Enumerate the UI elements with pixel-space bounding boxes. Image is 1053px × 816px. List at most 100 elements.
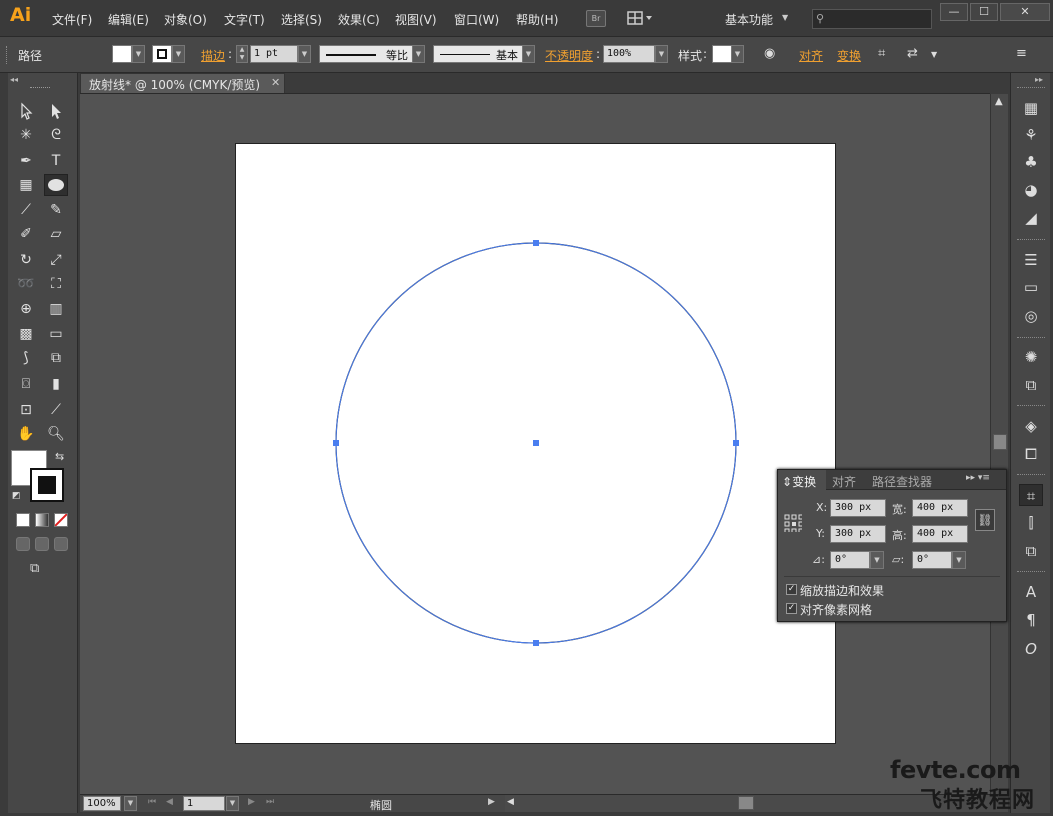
- scale-tool-icon[interactable]: ⤢: [44, 249, 68, 271]
- opentype-icon[interactable]: O: [1019, 638, 1043, 660]
- artboard-dropdown[interactable]: ▼: [226, 796, 239, 811]
- anchor-point-left[interactable]: [333, 440, 339, 446]
- constrain-proportions-icon[interactable]: ⛓: [975, 509, 995, 531]
- menu-view[interactable]: 视图(V): [395, 11, 437, 28]
- symbol-sprayer-tool-icon[interactable]: ⌼: [14, 373, 38, 395]
- workspace-switcher[interactable]: 基本功能: [725, 11, 773, 28]
- paintbrush-tool-icon[interactable]: ⟋: [14, 199, 38, 221]
- gradient-mode-icon[interactable]: [35, 513, 49, 527]
- opacity-field[interactable]: 100%: [603, 45, 655, 63]
- shear-dropdown[interactable]: ▼: [952, 551, 966, 569]
- collapse-icon[interactable]: ◂◂: [10, 75, 18, 84]
- paragraph-icon[interactable]: ¶: [1019, 609, 1043, 631]
- next-artboard-icon[interactable]: ▶: [248, 797, 255, 807]
- eraser-tool-icon[interactable]: ▱: [44, 223, 68, 245]
- brush-dropdown[interactable]: ▼: [522, 45, 535, 63]
- direct-selection-tool-icon[interactable]: [44, 100, 68, 122]
- character-icon[interactable]: A: [1019, 581, 1043, 603]
- draw-normal-icon[interactable]: [16, 537, 30, 551]
- scale-strokes-checkbox[interactable]: ✓: [786, 584, 797, 595]
- fill-color-swatch[interactable]: [112, 45, 132, 63]
- color-guide-icon[interactable]: ◢: [1019, 207, 1043, 229]
- graphic-style-dropdown[interactable]: ▼: [731, 45, 744, 63]
- center-point[interactable]: [533, 440, 539, 446]
- draw-inside-icon[interactable]: [54, 537, 68, 551]
- anchor-point-right[interactable]: [733, 440, 739, 446]
- warp-tool-icon[interactable]: ➿: [14, 273, 38, 295]
- align-pixel-grid-checkbox[interactable]: ✓: [786, 603, 797, 614]
- fill-dropdown[interactable]: ▼: [132, 45, 145, 63]
- menu-effect[interactable]: 效果(C): [338, 11, 380, 28]
- pen-tool-icon[interactable]: ✒: [14, 150, 38, 172]
- minimize-button[interactable]: —: [940, 3, 968, 21]
- pencil-tool-icon[interactable]: ✎: [44, 199, 68, 221]
- default-colors-icon[interactable]: ◩: [12, 491, 21, 501]
- menu-edit[interactable]: 编辑(E): [108, 11, 149, 28]
- width-field[interactable]: 400 px: [912, 499, 968, 517]
- symbols-icon[interactable]: ♣: [1019, 151, 1043, 173]
- stroke-color-box[interactable]: [30, 468, 64, 502]
- free-transform-tool-icon[interactable]: ⛶: [44, 273, 68, 295]
- graphic-style-icon[interactable]: ⧉: [1019, 374, 1043, 396]
- panel-menu-icon[interactable]: ▸▸ ▾≡: [966, 473, 990, 483]
- maximize-button[interactable]: ☐: [970, 3, 998, 21]
- type-tool-icon[interactable]: T: [44, 150, 68, 172]
- graphic-styles-icon[interactable]: ◕: [1019, 179, 1043, 201]
- align-icon[interactable]: ⫿: [1019, 512, 1043, 534]
- stroke-dropdown[interactable]: ▼: [172, 45, 185, 63]
- close-button[interactable]: ✕: [1000, 3, 1050, 21]
- arrange-documents-button[interactable]: [626, 10, 656, 27]
- grid-tool-icon[interactable]: ▦: [14, 174, 38, 196]
- grip-handle[interactable]: [30, 87, 50, 90]
- recolor-artwork-icon[interactable]: ◉: [764, 46, 775, 61]
- menu-select[interactable]: 选择(S): [281, 11, 322, 28]
- zoom-tool-icon[interactable]: 🔍︎: [44, 423, 68, 445]
- graphic-style-swatch[interactable]: [712, 45, 732, 63]
- brushes-icon[interactable]: ⚘: [1019, 124, 1043, 146]
- color-mode-icon[interactable]: [16, 513, 30, 527]
- hand-tool-icon[interactable]: ✋: [14, 423, 38, 445]
- artboard[interactable]: [235, 143, 836, 744]
- shear-field[interactable]: 0°: [912, 551, 952, 569]
- close-icon[interactable]: ✕: [271, 76, 280, 89]
- chevron-down-icon[interactable]: ▼: [782, 13, 788, 22]
- document-canvas[interactable]: [80, 94, 990, 794]
- zoom-dropdown[interactable]: ▼: [124, 796, 137, 811]
- screen-mode-icon[interactable]: ⧉: [30, 561, 50, 577]
- stroke-weight-dropdown[interactable]: ▼: [298, 45, 311, 63]
- column-graph-tool-icon[interactable]: ▮: [44, 373, 68, 395]
- reference-point-icon[interactable]: [784, 514, 802, 532]
- pathfinder-icon[interactable]: ⧉: [1019, 540, 1043, 562]
- stroke-weight-field[interactable]: 1 pt: [250, 45, 298, 63]
- tab-align[interactable]: 对齐: [832, 473, 856, 490]
- selection-tool-icon[interactable]: [14, 100, 38, 122]
- artboards-icon[interactable]: ⧠: [1019, 443, 1043, 465]
- none-mode-icon[interactable]: [54, 513, 68, 527]
- bridge-button[interactable]: Br: [586, 10, 606, 27]
- zoom-field[interactable]: 100%: [83, 796, 121, 811]
- blob-brush-tool-icon[interactable]: ✐: [14, 223, 38, 245]
- search-input[interactable]: ⚲: [812, 9, 932, 29]
- width-profile-dropdown[interactable]: ▼: [412, 45, 425, 63]
- vertical-scrollbar[interactable]: ▲: [990, 94, 1008, 794]
- anchor-point-bottom[interactable]: [533, 640, 539, 646]
- stroke-weight-stepper[interactable]: ▲ ▼: [236, 45, 248, 63]
- gradient-tool-icon[interactable]: ▭: [44, 323, 68, 345]
- opacity-dropdown[interactable]: ▼: [655, 45, 668, 63]
- transparency-icon[interactable]: ◎: [1019, 305, 1043, 327]
- blend-tool-icon[interactable]: ⧉: [44, 347, 68, 369]
- variable-width-profile[interactable]: 等比: [319, 45, 413, 63]
- appearance-icon[interactable]: ✺: [1019, 346, 1043, 368]
- menu-type[interactable]: 文字(T): [224, 11, 265, 28]
- lasso-tool-icon[interactable]: ᘓ: [44, 124, 68, 146]
- opacity-panel-link[interactable]: 不透明度: [545, 47, 593, 64]
- scrollbar-thumb[interactable]: [993, 434, 1007, 450]
- document-tab[interactable]: 放射线* @ 100% (CMYK/预览) ✕: [80, 73, 285, 93]
- x-field[interactable]: 300 px: [830, 499, 886, 517]
- scroll-up-icon[interactable]: ▲: [995, 96, 1003, 107]
- perspective-grid-tool-icon[interactable]: ▥: [44, 298, 68, 320]
- align-panel-link[interactable]: 对齐: [799, 47, 823, 64]
- mesh-tool-icon[interactable]: ▩: [14, 323, 38, 345]
- artboard-tool-icon[interactable]: ⊡: [14, 399, 38, 421]
- gradient-icon[interactable]: ▭: [1019, 276, 1043, 298]
